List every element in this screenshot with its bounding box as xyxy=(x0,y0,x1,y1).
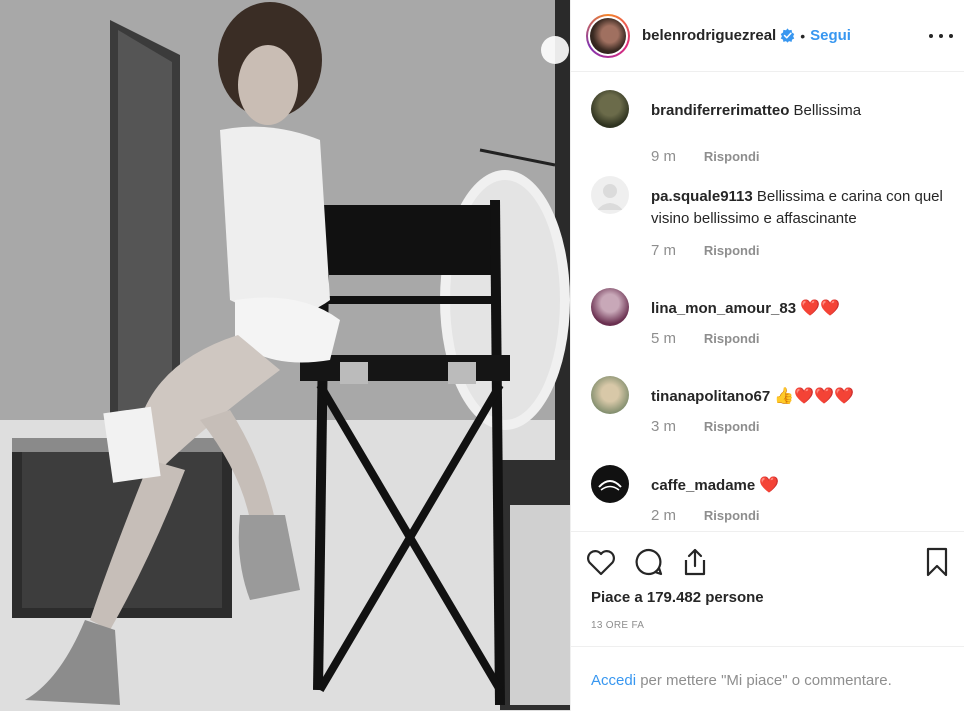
owner-avatar-story-ring[interactable] xyxy=(586,13,630,58)
photo-illustration xyxy=(0,0,570,711)
comments-list: brandiferrerimatteo Bellissima 9 m Rispo… xyxy=(571,72,964,530)
reply-button[interactable]: Rispondi xyxy=(704,149,760,164)
login-link[interactable]: Accedi xyxy=(591,672,636,689)
comment-text: pa.squale9113 Bellissima e carina con qu… xyxy=(651,186,961,230)
post-header: belenrodriguezreal • Segui xyxy=(571,0,964,72)
heart-outline-icon[interactable] xyxy=(585,546,617,578)
post-side-panel: belenrodriguezreal • Segui brandiferreri… xyxy=(570,0,964,711)
comment-time: 9 m xyxy=(651,148,677,165)
comment-username[interactable]: brandiferrerimatteo xyxy=(651,102,789,119)
comment-meta: 3 m Rispondi xyxy=(651,418,760,435)
comment-bubble-icon[interactable] xyxy=(633,546,665,578)
comment-time: 5 m xyxy=(651,330,677,347)
comment-time: 3 m xyxy=(651,418,677,435)
comment-emoji: ❤️ xyxy=(759,477,780,494)
commenter-avatar[interactable] xyxy=(591,90,629,128)
caffe-madame-logo-icon xyxy=(598,480,622,491)
login-prompt-rest: per mettere "Mi piace" o commentare. xyxy=(636,672,892,689)
post-timestamp[interactable]: 13 ore fa xyxy=(591,620,644,631)
comment-text: caffe_madame ❤️ xyxy=(651,475,961,497)
header-separator: • xyxy=(800,27,806,44)
post-actions-bar xyxy=(571,531,964,591)
login-prompt-text: Accedi per mettere "Mi piace" o commenta… xyxy=(591,672,892,689)
reply-button[interactable]: Rispondi xyxy=(704,331,760,346)
reply-button[interactable]: Rispondi xyxy=(704,419,760,434)
share-icon[interactable] xyxy=(679,546,711,578)
likes-count[interactable]: Piace a 179.482 persone xyxy=(591,589,764,606)
comment-emoji: 👍❤️❤️❤️ xyxy=(774,388,855,405)
owner-username[interactable]: belenrodriguezreal xyxy=(642,27,776,44)
comment-emoji: ❤️❤️ xyxy=(800,300,841,317)
commenter-avatar-placeholder[interactable] xyxy=(591,176,629,214)
reply-button[interactable]: Rispondi xyxy=(704,508,760,523)
commenter-avatar[interactable] xyxy=(591,376,629,414)
comment-time: 7 m xyxy=(651,242,677,259)
verified-badge-icon xyxy=(780,28,795,43)
commenter-avatar[interactable] xyxy=(591,288,629,326)
follow-button[interactable]: Segui xyxy=(810,27,851,44)
comment-username[interactable]: pa.squale9113 xyxy=(651,188,753,205)
comment-meta: 2 m Rispondi xyxy=(651,507,760,524)
instagram-post: belenrodriguezreal • Segui brandiferreri… xyxy=(0,0,964,711)
bookmark-icon[interactable] xyxy=(921,546,953,578)
comment-username[interactable]: tinanapolitano67 xyxy=(651,388,770,405)
commenter-avatar[interactable] xyxy=(591,465,629,503)
comment-text: brandiferrerimatteo Bellissima xyxy=(651,100,961,122)
comment-meta: 9 m Rispondi xyxy=(651,148,760,165)
comment-body: Bellissima xyxy=(793,102,862,119)
comment-username[interactable]: caffe_madame xyxy=(651,477,755,494)
comment-text: lina_mon_amour_83 ❤️❤️ xyxy=(651,298,961,320)
more-options-icon[interactable] xyxy=(929,24,953,48)
owner-avatar xyxy=(590,17,626,54)
default-user-icon xyxy=(597,184,623,210)
login-prompt: Accedi per mettere "Mi piace" o commenta… xyxy=(571,646,964,711)
comment-time: 2 m xyxy=(651,507,677,524)
reply-button[interactable]: Rispondi xyxy=(704,243,760,258)
post-photo[interactable] xyxy=(0,0,570,711)
comment-meta: 5 m Rispondi xyxy=(651,330,760,347)
comment-text: tinanapolitano67 👍❤️❤️❤️ xyxy=(651,386,961,408)
comment-username[interactable]: lina_mon_amour_83 xyxy=(651,300,796,317)
comment-meta: 7 m Rispondi xyxy=(651,242,760,259)
